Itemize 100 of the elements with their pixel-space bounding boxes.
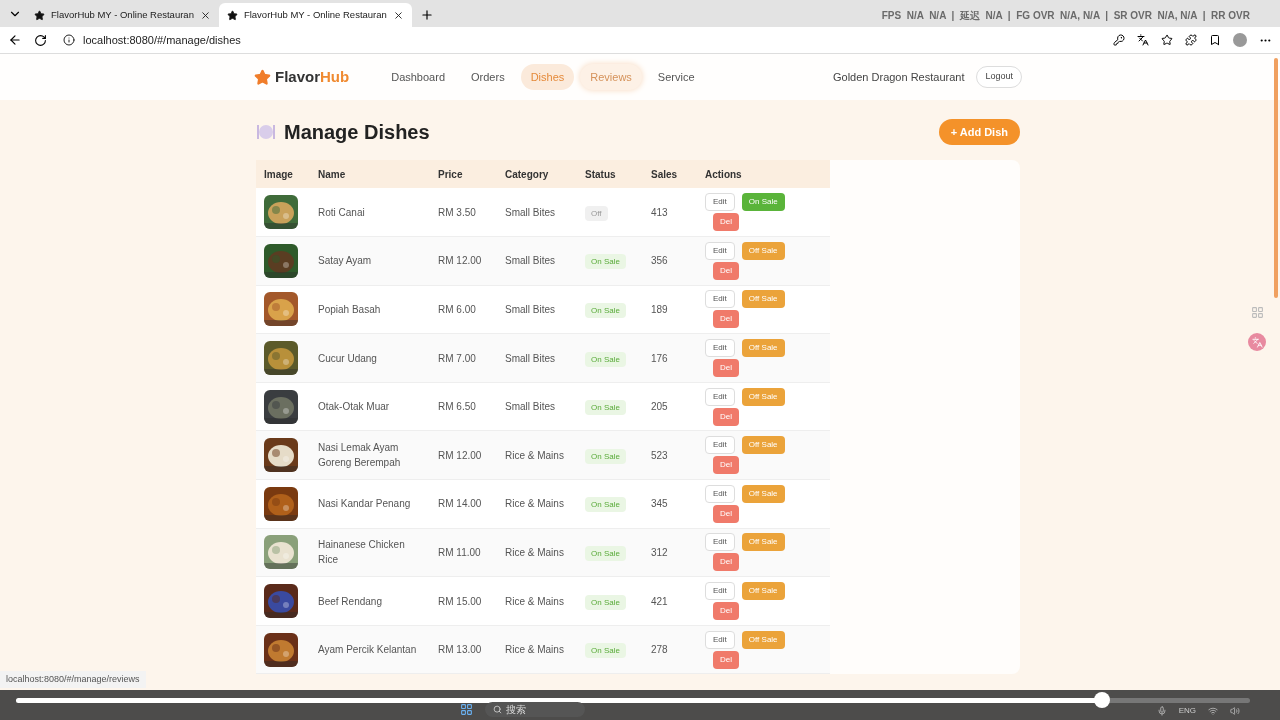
category: Small Bites bbox=[505, 255, 555, 267]
star-icon[interactable] bbox=[1161, 34, 1173, 46]
translate-icon[interactable] bbox=[1137, 34, 1149, 46]
close-icon bbox=[392, 9, 404, 21]
sales-count: 421 bbox=[651, 595, 668, 607]
edit-button[interactable]: Edit bbox=[705, 484, 735, 503]
wifi-icon[interactable] bbox=[1208, 706, 1218, 716]
logo[interactable]: FlavorHub bbox=[275, 65, 350, 89]
category: Small Bites bbox=[505, 304, 555, 315]
edit-button[interactable]: Edit bbox=[705, 533, 735, 552]
bookmark-icon[interactable] bbox=[1209, 34, 1221, 46]
nav-link[interactable]: Orders bbox=[461, 63, 515, 91]
edit-button[interactable]: Edit bbox=[705, 193, 735, 212]
volume-icon[interactable] bbox=[1230, 706, 1240, 716]
edit-button[interactable]: Edit bbox=[705, 436, 735, 455]
logo-icon bbox=[254, 68, 271, 86]
delete-button[interactable]: Del bbox=[713, 407, 739, 426]
nav-link[interactable]: Reviews bbox=[580, 63, 642, 91]
toggle-sale-button[interactable]: Off Sale bbox=[741, 630, 785, 649]
dish-name: Satay Ayam bbox=[318, 255, 372, 267]
back-icon[interactable] bbox=[8, 33, 22, 47]
delete-button[interactable]: Del bbox=[713, 213, 739, 232]
taskbar-search[interactable]: 搜索 bbox=[485, 702, 585, 717]
browser-tab[interactable]: FlavorHub MY - Online Restauran bbox=[26, 3, 219, 27]
edit-button[interactable]: Edit bbox=[705, 630, 735, 649]
column-header: Category bbox=[497, 160, 577, 188]
column-header: Status bbox=[577, 160, 643, 188]
status-badge: On Sale bbox=[585, 351, 626, 367]
dish-name: Hainanese Chicken Rice bbox=[318, 539, 405, 566]
video-progress-handle[interactable] bbox=[1093, 692, 1110, 708]
status-badge: On Sale bbox=[585, 254, 626, 270]
category: Small Bites bbox=[505, 401, 555, 413]
category: Small Bites bbox=[505, 206, 555, 218]
puzzle-icon[interactable] bbox=[1185, 34, 1197, 46]
nav-link[interactable]: Dashboard bbox=[381, 63, 455, 91]
edit-button[interactable]: Edit bbox=[705, 339, 735, 358]
restaurant-name: Golden Dragon Restaurant bbox=[833, 69, 965, 85]
dish-name: Beef Rendang bbox=[318, 595, 382, 607]
delete-button[interactable]: Del bbox=[713, 553, 739, 572]
price: RM 11.00 bbox=[438, 546, 481, 558]
category: Rice & Mains bbox=[505, 498, 564, 510]
dish-name: Ayam Percik Kelantan bbox=[318, 644, 417, 656]
delete-button[interactable]: Del bbox=[713, 359, 739, 378]
edit-button[interactable]: Edit bbox=[705, 387, 735, 406]
delete-button[interactable]: Del bbox=[713, 456, 739, 475]
delete-button[interactable]: Del bbox=[713, 650, 739, 669]
sales-count: 176 bbox=[651, 352, 668, 364]
reload-icon[interactable] bbox=[34, 33, 47, 47]
delete-button[interactable]: Del bbox=[713, 261, 739, 280]
close-icon bbox=[199, 9, 211, 21]
microphone-icon[interactable] bbox=[1156, 706, 1167, 716]
column-header: Sales bbox=[643, 160, 697, 188]
key-icon[interactable] bbox=[1113, 34, 1125, 46]
dish-name: Cucur Udang bbox=[318, 352, 377, 364]
plate-icon bbox=[256, 122, 276, 142]
delete-button[interactable]: Del bbox=[713, 504, 739, 523]
category: Rice & Mains bbox=[505, 644, 564, 656]
toggle-sale-button[interactable]: Off Sale bbox=[741, 484, 785, 503]
sales-count: 345 bbox=[651, 498, 668, 510]
column-header: Price bbox=[430, 160, 497, 188]
edit-button[interactable]: Edit bbox=[705, 290, 735, 309]
sales-count: 278 bbox=[651, 644, 668, 656]
edit-button[interactable]: Edit bbox=[705, 582, 735, 601]
add-dish-button[interactable]: + Add Dish bbox=[938, 118, 1020, 146]
sales-count: 413 bbox=[651, 206, 668, 218]
status-badge: On Sale bbox=[585, 594, 626, 610]
sales-count: 189 bbox=[651, 304, 668, 315]
category: Rice & Mains bbox=[505, 546, 564, 558]
start-icon[interactable] bbox=[460, 703, 473, 716]
price: RM 15.00 bbox=[438, 595, 482, 607]
column-header: Actions bbox=[697, 160, 830, 188]
status-badge: Off bbox=[585, 205, 608, 221]
status-badge: On Sale bbox=[585, 400, 626, 416]
dish-name: Nasi Lemak Ayam Goreng Berempah bbox=[318, 442, 401, 469]
toggle-sale-button[interactable]: Off Sale bbox=[741, 436, 785, 455]
avatar-icon[interactable] bbox=[1233, 33, 1247, 47]
performance-overlay: FPS N/A N/A | 延迟 N/A | FG OVR N/A, N/A | SR OVR N/A, N/A | RR OVR bbox=[881, 9, 1250, 23]
status-badge: On Sale bbox=[585, 497, 626, 513]
edit-button[interactable]: Edit bbox=[705, 241, 735, 260]
toggle-sale-button[interactable]: Off Sale bbox=[741, 290, 785, 309]
language-indicator[interactable]: ENG bbox=[1178, 705, 1196, 717]
browser-tab[interactable]: FlavorHub MY - Online Restauran bbox=[218, 3, 412, 27]
dish-name: Nasi Kandar Penang bbox=[318, 498, 411, 510]
toggle-sale-button[interactable]: Off Sale bbox=[741, 582, 785, 601]
status-badge: On Sale bbox=[585, 545, 626, 561]
delete-button[interactable]: Del bbox=[713, 602, 739, 621]
price: RM 12.00 bbox=[438, 449, 482, 461]
star-icon bbox=[34, 9, 45, 21]
toggle-sale-button[interactable]: Off Sale bbox=[741, 533, 785, 552]
delete-button[interactable]: Del bbox=[713, 310, 739, 329]
toggle-sale-button[interactable]: Off Sale bbox=[741, 387, 785, 406]
price: RM 12.00 bbox=[438, 255, 482, 267]
dish-name: Roti Canai bbox=[318, 206, 365, 218]
toggle-sale-button[interactable]: Off Sale bbox=[741, 241, 785, 260]
nav-link[interactable]: Dishes bbox=[520, 63, 575, 91]
toggle-sale-button[interactable]: Off Sale bbox=[741, 339, 785, 358]
nav-link[interactable]: Service bbox=[647, 63, 705, 91]
toggle-sale-button[interactable]: On Sale bbox=[741, 193, 785, 212]
logout-button[interactable]: Logout bbox=[976, 66, 1022, 88]
price: RM 6.00 bbox=[438, 304, 476, 315]
